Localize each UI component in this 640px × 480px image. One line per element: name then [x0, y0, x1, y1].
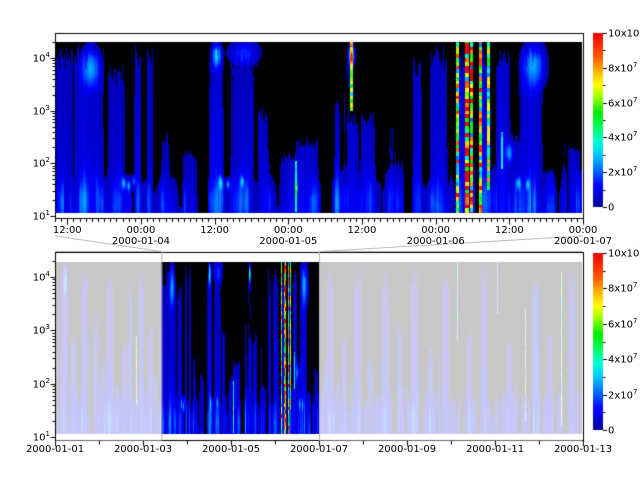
y-tick-label-text: 10: [33, 432, 46, 443]
colorbar-tick-label-exponent: 7: [633, 281, 637, 289]
y-tick-label-text: 10: [33, 326, 46, 337]
y-tick-label-text: 10: [33, 159, 46, 170]
colorbar-tick-label-exponent: 7: [633, 165, 637, 173]
colorbar-tick-label-exponent: 7: [633, 130, 637, 138]
y-tick-label-text: 10: [33, 211, 46, 222]
zoomed-plot-colorbar: [591, 30, 625, 212]
y-tick-label-text: 10: [33, 272, 46, 283]
spectrogram-figure: 10110110210210310310410412:0000:002000-0…: [0, 0, 640, 480]
y-tick-label-text: 10: [33, 379, 46, 390]
y-tick-label-text: 10: [33, 106, 46, 117]
selected-time-range[interactable]: [161, 251, 319, 441]
y-tick-label-text: 10: [33, 53, 46, 64]
colorbar-tick-label-exponent: 7: [633, 61, 637, 69]
colorbar-tick-label-exponent: 7: [633, 388, 637, 396]
overview-plot-colorbar: [591, 250, 625, 434]
colorbar-tick-label-exponent: 7: [633, 96, 637, 104]
zoomed-spectrogram-plot: [45, 28, 590, 228]
colorbar-tick-label-exponent: 7: [633, 317, 637, 325]
colorbar-tick-label-exponent: 7: [633, 352, 637, 360]
